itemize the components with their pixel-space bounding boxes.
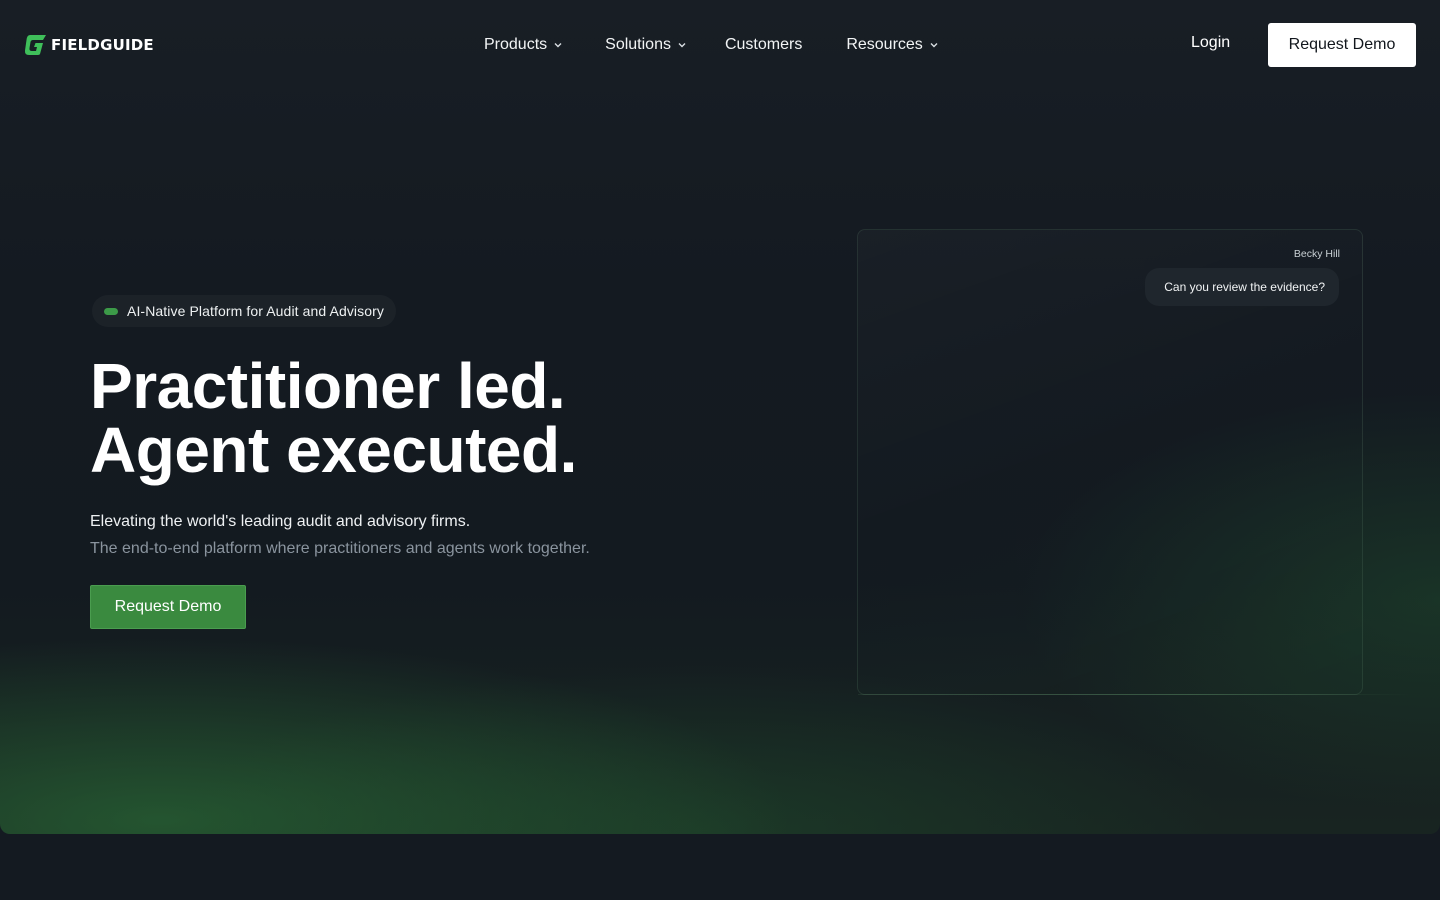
hero-subtitle-primary: Elevating the world's leading audit and … xyxy=(90,513,471,530)
main-menu: Products Solutions Customers Resources xyxy=(484,34,939,56)
chevron-down-icon xyxy=(554,43,562,48)
badge-label: AI-Native Platform for Audit and Advisor… xyxy=(127,303,384,319)
chat-preview-panel: Becky Hill Can you review the evidence? xyxy=(857,229,1412,695)
badge-indicator-icon xyxy=(104,307,118,315)
nav-item-solutions[interactable]: Solutions xyxy=(605,36,687,54)
nav-item-label: Resources xyxy=(846,36,923,53)
nav-item-label: Solutions xyxy=(605,36,671,53)
hero-section: FIELDGUIDE Products Solutions Customers … xyxy=(0,0,1440,834)
request-demo-nav-button[interactable]: Request Demo xyxy=(1268,23,1416,67)
login-link[interactable]: Login xyxy=(1191,34,1230,52)
nav-item-resources[interactable]: Resources xyxy=(846,36,938,54)
chevron-down-icon xyxy=(930,43,938,48)
headline-line-1: Practitioner led. xyxy=(90,350,566,422)
top-navbar: FIELDGUIDE Products Solutions Customers … xyxy=(0,0,1440,90)
nav-item-customers[interactable]: Customers xyxy=(725,36,802,54)
chat-message-text: Can you review the evidence? xyxy=(1164,280,1325,294)
chat-author-name: Becky Hill xyxy=(1293,248,1340,260)
nav-item-label: Customers xyxy=(724,36,803,53)
chevron-down-icon xyxy=(678,43,686,48)
nav-item-label: Products xyxy=(484,36,548,53)
hero-subtitle-secondary: The end-to-end platform where practition… xyxy=(90,540,590,557)
fieldguide-logo-icon xyxy=(24,33,48,57)
page: FIELDGUIDE Products Solutions Customers … xyxy=(0,0,1440,900)
nav-item-products[interactable]: Products xyxy=(484,36,563,54)
hero-headline: Practitioner led. Agent executed. xyxy=(90,354,577,482)
request-demo-hero-button[interactable]: Request Demo xyxy=(90,585,246,629)
chat-message-bubble: Can you review the evidence? xyxy=(1145,268,1339,306)
brand-name: FIELDGUIDE xyxy=(51,36,154,54)
platform-badge: AI-Native Platform for Audit and Advisor… xyxy=(92,295,396,327)
next-section xyxy=(0,834,1440,900)
headline-line-2: Agent executed. xyxy=(90,414,577,486)
brand-logo[interactable]: FIELDGUIDE xyxy=(24,33,154,57)
